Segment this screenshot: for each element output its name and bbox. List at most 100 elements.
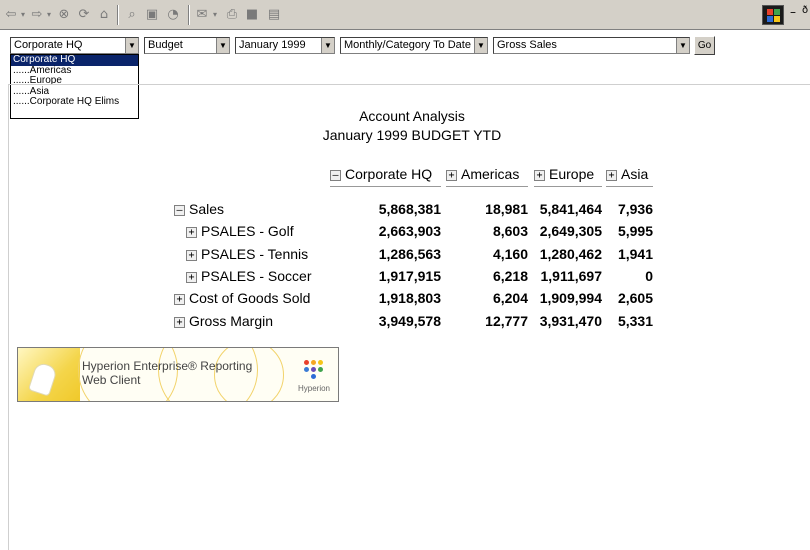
table-cell: 5,331 <box>617 313 653 329</box>
column-header-label: Corporate HQ <box>345 166 433 182</box>
table-cell: 1,280,462 <box>539 246 602 262</box>
table-cell: 2,649,305 <box>539 223 602 239</box>
hyperion-logo-label: Hyperion <box>297 384 330 393</box>
column-header-asia: + Asia <box>606 165 653 187</box>
print-icon[interactable]: ⎙ <box>224 6 240 24</box>
mail-dropdown-icon[interactable]: ▾ <box>210 6 220 24</box>
chevron-down-icon[interactable]: ▼ <box>474 38 487 53</box>
dropdown-option[interactable]: ......Corporate HQ Elims <box>11 97 138 108</box>
back-icon[interactable]: ⇦ <box>4 6 18 24</box>
expand-icon[interactable]: + <box>186 250 197 261</box>
mail-icon[interactable]: ✉ <box>194 6 210 24</box>
dropdown-option[interactable]: Corporate HQ <box>11 54 138 66</box>
entity-select[interactable]: Corporate HQ ▼ <box>10 37 139 54</box>
frame-border <box>8 84 9 550</box>
row-label-text: Cost of Goods Sold <box>189 290 311 306</box>
table-cell: 3,949,578 <box>378 313 441 329</box>
expand-icon[interactable]: + <box>174 294 185 305</box>
row-label-sales: – Sales <box>174 200 224 218</box>
row-label-psales-tennis: + PSALES - Tennis <box>186 245 308 263</box>
minimize-icon[interactable]: – <box>790 5 796 19</box>
windows-logo-icon <box>762 5 784 25</box>
table-cell: 5,868,381 <box>378 201 441 217</box>
banner-text: Hyperion Enterprise® Reporting Web Clien… <box>82 359 252 387</box>
row-label-text: Gross Margin <box>189 313 274 329</box>
table-cell: 5,995 <box>617 223 653 239</box>
table-cell: 3,931,470 <box>539 313 602 329</box>
go-button[interactable]: Go <box>694 36 715 55</box>
period-select[interactable]: January 1999 ▼ <box>235 37 335 54</box>
table-cell: 8,603 <box>492 223 528 239</box>
table-cell: 2,605 <box>617 290 653 306</box>
table-cell: 7,936 <box>617 201 653 217</box>
expand-icon[interactable]: + <box>534 170 545 181</box>
column-header-corporate-hq: – Corporate HQ <box>330 165 441 187</box>
forward-dropdown-icon[interactable]: ▾ <box>44 6 54 24</box>
history-icon[interactable]: ◔ <box>164 6 182 24</box>
banner-line-2: Web Client <box>82 373 141 387</box>
column-header-europe: + Europe <box>534 165 602 187</box>
restore-icon[interactable]: ð <box>802 5 808 16</box>
forward-icon[interactable]: ⇨ <box>30 6 44 24</box>
table-cell: 1,918,803 <box>378 290 441 306</box>
entity-dropdown-list: Corporate HQ ......Americas ......Europe… <box>10 54 139 119</box>
table-cell: 5,841,464 <box>539 201 602 217</box>
table-cell: 0 <box>645 268 653 284</box>
table-cell: 1,286,563 <box>378 246 441 262</box>
row-label-psales-soccer: + PSALES - Soccer <box>186 267 312 285</box>
column-header-label: Asia <box>621 166 649 182</box>
banner-line-1: Hyperion Enterprise® Reporting <box>82 359 253 373</box>
table-cell: 1,911,697 <box>540 268 602 284</box>
favorites-icon[interactable]: ▣ <box>144 6 160 24</box>
account-select[interactable]: Gross Sales ▼ <box>493 37 690 54</box>
refresh-icon[interactable]: ⟳ <box>76 6 92 24</box>
table-cell: 2,663,903 <box>378 223 441 239</box>
row-label-gross-margin: + Gross Margin <box>174 312 273 330</box>
entity-select-value: Corporate HQ <box>14 39 83 51</box>
discuss-icon[interactable]: ▤ <box>266 6 282 24</box>
home-icon[interactable]: ⌂ <box>96 6 112 24</box>
table-cell: 6,204 <box>492 290 528 306</box>
expand-icon[interactable]: + <box>446 170 457 181</box>
table-cell: 1,909,994 <box>539 290 602 306</box>
chevron-down-icon[interactable]: ▼ <box>676 38 689 53</box>
row-label-text: PSALES - Tennis <box>201 246 309 262</box>
table-cell: 12,777 <box>485 313 528 329</box>
expand-icon[interactable]: + <box>606 170 617 181</box>
toolbar-separator <box>117 5 119 25</box>
collapse-icon[interactable]: – <box>174 205 185 216</box>
expand-icon[interactable]: + <box>186 227 197 238</box>
row-label-text: PSALES - Soccer <box>201 268 312 284</box>
table-cell: 6,218 <box>492 268 528 284</box>
report-subtitle: January 1999 BUDGET YTD <box>322 127 502 143</box>
hyperion-banner[interactable]: Hyperion Enterprise® Reporting Web Clien… <box>17 347 339 402</box>
row-label-psales-golf: + PSALES - Golf <box>186 222 294 240</box>
row-label-cost-of-goods-sold: + Cost of Goods Sold <box>174 289 310 307</box>
hyperion-logo-icon: Hyperion <box>294 358 334 394</box>
chevron-down-icon[interactable]: ▼ <box>125 38 138 53</box>
toolbar-separator <box>188 5 190 25</box>
edit-icon[interactable]: ■ <box>244 6 260 24</box>
table-cell: 1,941 <box>617 246 653 262</box>
account-select-value: Gross Sales <box>497 39 557 51</box>
column-header-americas: + Americas <box>446 165 528 187</box>
row-label-text: PSALES - Golf <box>201 223 294 239</box>
expand-icon[interactable]: + <box>174 317 185 328</box>
table-cell: 4,160 <box>492 246 528 262</box>
view-select-value: Monthly/Category To Date <box>344 39 471 51</box>
view-select[interactable]: Monthly/Category To Date ▼ <box>340 37 488 54</box>
scenario-select-value: Budget <box>148 39 183 51</box>
stop-icon[interactable]: ⊗ <box>56 6 72 24</box>
collapse-icon[interactable]: – <box>330 170 341 181</box>
table-cell: 1,917,915 <box>378 268 441 284</box>
column-header-label: Europe <box>549 166 595 182</box>
chevron-down-icon[interactable]: ▼ <box>321 38 334 53</box>
expand-icon[interactable]: + <box>186 272 197 283</box>
scenario-select[interactable]: Budget ▼ <box>144 37 230 54</box>
chevron-down-icon[interactable]: ▼ <box>216 38 229 53</box>
browser-toolbar: ⇦ ▾ ⇨ ▾ ⊗ ⟳ ⌂ ⌕ ▣ ◔ ✉ ▾ ⎙ ■ ▤ – ð <box>0 0 810 30</box>
table-cell: 18,981 <box>485 201 528 217</box>
row-label-text: Sales <box>189 201 225 217</box>
search-icon[interactable]: ⌕ <box>124 6 140 24</box>
back-dropdown-icon[interactable]: ▾ <box>18 6 28 24</box>
